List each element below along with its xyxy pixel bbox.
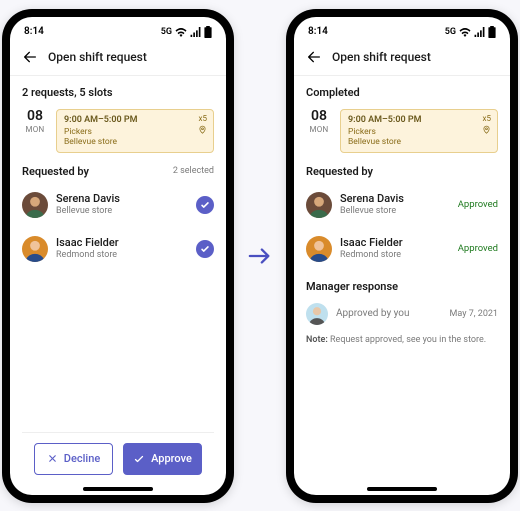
back-icon[interactable] (306, 49, 322, 65)
shift-role: Pickers (348, 127, 490, 137)
status-bar: 8:14 5G (294, 17, 510, 43)
approve-button[interactable]: Approve (123, 443, 202, 475)
location-icon (482, 125, 491, 134)
manager-row: Approved by you May 7, 2021 (306, 303, 498, 325)
status-net: 5G (161, 27, 172, 37)
avatar (22, 236, 48, 262)
wifi-icon (175, 27, 187, 37)
status-time: 8:14 (308, 26, 328, 37)
date-number: 08 (27, 109, 43, 123)
selected-check-icon[interactable] (196, 196, 214, 214)
person-row[interactable]: Isaac Fielder Redmond store Approved (306, 232, 498, 266)
shift-qty: x5 (199, 114, 207, 123)
date-column: 08 MON (22, 109, 48, 153)
summary-title: 2 requests, 5 slots (22, 86, 214, 99)
page-title: Open shift request (332, 50, 431, 64)
status-bar: 8:14 5G (10, 17, 226, 43)
shift-card[interactable]: 9:00 AM–5:00 PM Pickers Bellevue store x… (340, 109, 498, 153)
date-number: 08 (311, 109, 327, 123)
status-indicators: 5G (445, 26, 496, 38)
person-name: Isaac Fielder (340, 237, 450, 250)
avatar (306, 236, 332, 262)
home-indicator (367, 487, 437, 491)
note-text: Request approved, see you in the store. (328, 335, 486, 345)
phone-before: 8:14 5G Open shift request 2 requests, 5… (2, 9, 234, 503)
manager-text: Approved by you (336, 308, 442, 319)
avatar (306, 303, 328, 325)
shift-role: Pickers (64, 127, 206, 137)
person-name: Isaac Fielder (56, 237, 188, 250)
phone-after: 8:14 5G Open shift request Completed 08 (286, 9, 518, 503)
person-location: Bellevue store (56, 206, 188, 216)
shift-location: Bellevue store (64, 137, 206, 147)
page-title: Open shift request (48, 50, 147, 64)
shift-qty: x5 (483, 114, 491, 123)
approve-label: Approve (151, 452, 192, 465)
person-name: Serena Davis (340, 193, 450, 206)
date-column: 08 MON (306, 109, 332, 153)
shift-card[interactable]: 9:00 AM–5:00 PM Pickers Bellevue store x… (56, 109, 214, 153)
signal-icon (190, 27, 201, 37)
status-approved: Approved (458, 199, 498, 210)
person-row[interactable]: Serena Davis Bellevue store Approved (306, 188, 498, 222)
home-indicator (83, 487, 153, 491)
back-icon[interactable] (22, 49, 38, 65)
check-icon (133, 453, 145, 465)
person-location: Bellevue store (340, 206, 450, 216)
selected-check-icon[interactable] (196, 240, 214, 258)
manager-response-title: Manager response (306, 280, 498, 293)
person-row[interactable]: Isaac Fielder Redmond store (22, 232, 214, 266)
manager-note: Note: Request approved, see you in the s… (306, 335, 498, 347)
date-dow: MON (25, 125, 44, 134)
person-row[interactable]: Serena Davis Bellevue store (22, 188, 214, 222)
person-name: Serena Davis (56, 193, 188, 206)
shift-row: 08 MON 9:00 AM–5:00 PM Pickers Bellevue … (22, 109, 214, 153)
close-icon (47, 453, 58, 464)
person-location: Redmond store (56, 250, 188, 260)
location-icon (198, 125, 207, 134)
status-net: 5G (445, 27, 456, 37)
decline-button[interactable]: Decline (34, 443, 113, 475)
selected-count: 2 selected (173, 166, 214, 176)
shift-time: 9:00 AM–5:00 PM (348, 115, 490, 125)
signal-icon (474, 27, 485, 37)
avatar (22, 192, 48, 218)
status-approved: Approved (458, 243, 498, 254)
action-bar: Decline Approve (22, 432, 214, 485)
status-time: 8:14 (24, 26, 44, 37)
requested-by-title: Requested by (22, 165, 89, 178)
note-label: Note: (306, 335, 328, 345)
requested-by-title: Requested by (306, 165, 373, 178)
app-header: Open shift request (10, 43, 226, 76)
battery-icon (488, 26, 496, 38)
app-header: Open shift request (294, 43, 510, 76)
person-location: Redmond store (340, 250, 450, 260)
date-dow: MON (309, 125, 328, 134)
summary-title: Completed (306, 86, 498, 99)
manager-date: May 7, 2021 (450, 309, 498, 319)
decline-label: Decline (64, 452, 100, 465)
status-indicators: 5G (161, 26, 212, 38)
shift-location: Bellevue store (348, 137, 490, 147)
avatar (306, 192, 332, 218)
shift-time: 9:00 AM–5:00 PM (64, 115, 206, 125)
wifi-icon (459, 27, 471, 37)
battery-icon (204, 26, 212, 38)
arrow-icon (248, 244, 272, 268)
shift-row: 08 MON 9:00 AM–5:00 PM Pickers Bellevue … (306, 109, 498, 153)
